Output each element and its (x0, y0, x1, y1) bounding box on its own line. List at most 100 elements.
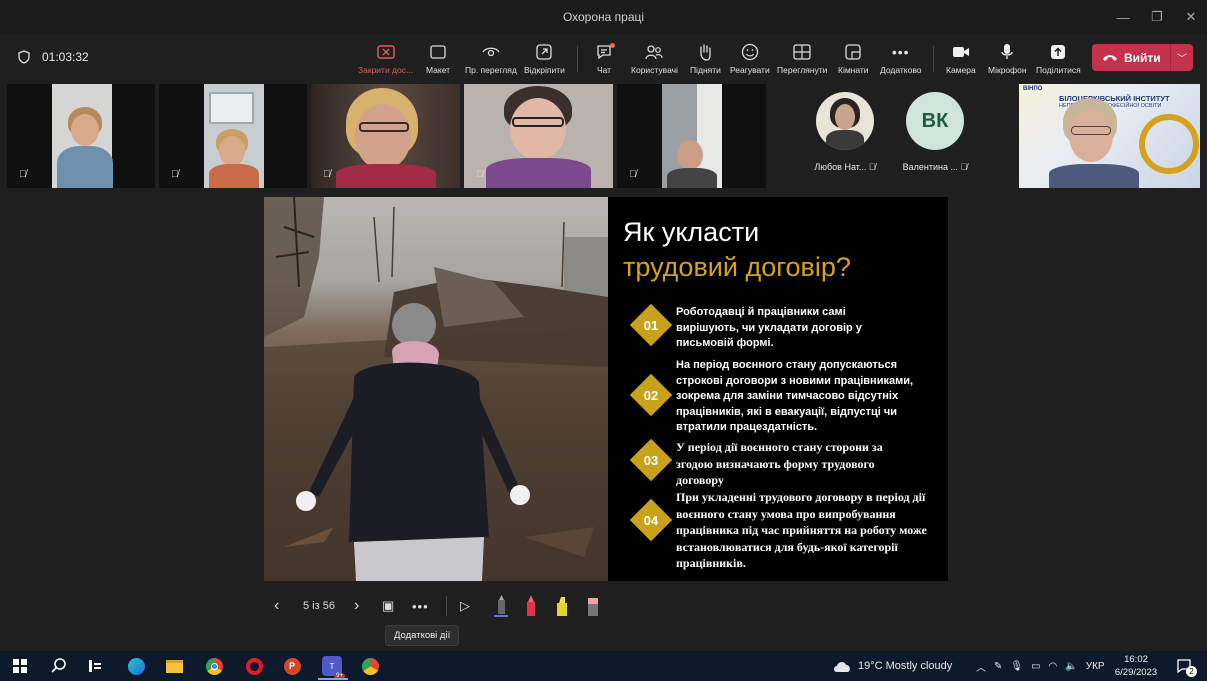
highlighter-icon[interactable] (554, 594, 570, 618)
meeting-toolbar: 01:03:32 Закрити дос... Макет Пр. перегл… (0, 34, 1207, 82)
slide-point-text: У період дії воєнного стану сторони за з… (676, 440, 883, 487)
pen-icon[interactable] (492, 594, 510, 618)
camera-button[interactable]: Камера (946, 41, 976, 75)
participant-avatar-tile[interactable]: Любов Нат... 🎙̸ (803, 92, 887, 172)
shield-icon (18, 50, 30, 64)
layout-button[interactable]: Макет (426, 41, 450, 75)
avatar: ВК (906, 92, 964, 150)
share-screen-icon (1051, 45, 1066, 59)
participant-video-tile[interactable]: 🎙̸ (617, 84, 766, 188)
red-pen-icon[interactable] (524, 594, 538, 618)
grid-view-icon (793, 44, 811, 60)
people-icon (645, 45, 664, 60)
opera-icon[interactable] (245, 657, 263, 675)
next-slide-chevron-icon[interactable]: › (354, 597, 359, 615)
participant-avatar-tile[interactable]: ВК Валентина ... 🎙̸ (892, 92, 978, 172)
logo-short: ВІНПО (1023, 86, 1043, 92)
title-bar: Охорона праці — ❐ ✕ (0, 0, 1207, 34)
slide-point-text: На період воєнного стану допускаються ст… (676, 359, 914, 433)
popout-icon (536, 44, 553, 60)
hang-up-icon (1103, 54, 1117, 61)
eye-icon (482, 47, 500, 57)
teams-meeting-window: Охорона праці — ❐ ✕ 01:03:32 Закрити дос… (0, 0, 1207, 681)
previous-slide-chevron-icon[interactable]: ‹ (274, 597, 279, 615)
participant-video-tile[interactable]: 🎙̸ (311, 84, 460, 188)
slide-grid-icon[interactable]: ▣ (382, 598, 394, 614)
chevron-up-icon[interactable]: ︿ (976, 659, 986, 674)
windows-start-icon[interactable] (11, 657, 29, 675)
presenter-controls: ‹ 5 із 56 › ▣ ••• ▷ (270, 593, 610, 619)
eraser-icon[interactable] (586, 594, 600, 618)
weather-widget[interactable]: 19°C Mostly cloudy (832, 651, 952, 681)
muted-mic-icon: 🎙̸ (476, 169, 484, 180)
more-button[interactable]: ••• Додатково (880, 41, 921, 75)
clock[interactable]: 16:02 6/29/2023 (1113, 653, 1159, 679)
chrome-profile-icon[interactable] (361, 657, 379, 675)
volume-icon[interactable]: 🔈 (1065, 661, 1077, 672)
microphone-button[interactable]: Мікрофон (988, 41, 1027, 75)
layout-icon (430, 45, 446, 59)
chrome-icon[interactable] (205, 657, 223, 675)
participant-video-tile[interactable]: 🎙̸ (7, 84, 155, 188)
slide-point-text: При укладенні трудового договору в періо… (676, 490, 927, 570)
slide-photo-war-ruins (264, 197, 608, 581)
system-tray: ︿ ✎ 🎙 ▭ ◠ 🔈 УКР (976, 651, 1105, 681)
cloud-icon (834, 662, 850, 672)
slide-counter: 5 із 56 (303, 600, 335, 612)
edge-browser-icon[interactable] (127, 657, 145, 675)
meeting-timer: 01:03:32 (18, 50, 89, 64)
people-button[interactable]: Користувачі (631, 41, 678, 75)
mic-tray-icon[interactable]: 🎙 (1010, 661, 1023, 672)
teams-icon[interactable]: T 9+ (320, 656, 345, 679)
pen-workspace-icon[interactable]: ✎ (994, 661, 1002, 672)
elapsed-time: 01:03:32 (42, 50, 89, 64)
slide-point-text: Роботодавці й працівники самі вирішують,… (676, 306, 862, 349)
chat-button[interactable]: Чат (595, 41, 615, 75)
camera-icon (952, 47, 969, 57)
muted-mic-icon: 🎙̸ (960, 162, 968, 172)
avatar (816, 92, 874, 150)
participant-video-tile[interactable]: 🎙̸ (159, 84, 307, 188)
muted-mic-icon: 🎙̸ (323, 169, 331, 180)
more-actions-icon[interactable]: ••• (412, 599, 429, 614)
smiley-icon (741, 43, 758, 61)
participant-video-tile[interactable]: 🎙̸ (464, 84, 613, 188)
leave-meeting-button[interactable]: Вийти ﹀ (1092, 44, 1193, 71)
muted-mic-icon: 🎙̸ (19, 169, 27, 180)
microphone-icon (1001, 44, 1013, 59)
view-mode-button[interactable]: Переглянути (777, 41, 827, 75)
share-button[interactable]: Поділитися (1036, 41, 1081, 75)
search-icon[interactable] (50, 657, 68, 675)
tooltip: Додаткові дії (385, 625, 460, 646)
rooms-icon (845, 44, 861, 60)
muted-mic-icon: 🎙̸ (629, 169, 637, 180)
task-view-icon[interactable] (86, 657, 104, 675)
stop-sharing-button[interactable]: Закрити дос... (358, 41, 413, 75)
breakout-rooms-button[interactable]: Кімнати (838, 41, 869, 75)
popout-button[interactable]: Відкріпити (524, 41, 565, 75)
minimize-icon[interactable]: — (1115, 10, 1131, 25)
powerpoint-icon[interactable]: P (283, 657, 301, 675)
slide-title-line-1: Як укласти (623, 217, 760, 247)
presenter-video-tile[interactable]: ВІНПО БІЛОЦЕРКІВСЬКИЙ ІНСТИТУТ НЕПЕРЕРВН… (1019, 84, 1200, 188)
hand-icon (700, 44, 712, 61)
ellipsis-icon: ••• (891, 44, 910, 60)
pointer-icon[interactable]: ▷ (460, 598, 470, 614)
leave-options-chevron-icon[interactable]: ﹀ (1171, 50, 1193, 65)
slide-title-line-2: трудовий договір? (623, 252, 851, 282)
language-indicator[interactable]: УКР (1086, 661, 1105, 672)
stop-share-icon (376, 45, 395, 59)
muted-mic-icon: 🎙̸ (171, 169, 179, 180)
react-button[interactable]: Реагувати (730, 41, 770, 75)
raise-hand-button[interactable]: Підняти (690, 41, 721, 75)
notifications-icon[interactable]: 2 (1175, 657, 1197, 677)
close-icon[interactable]: ✕ (1183, 9, 1199, 25)
preview-button[interactable]: Пр. перегляд (465, 41, 517, 75)
maximize-icon[interactable]: ❐ (1149, 9, 1165, 25)
wifi-icon[interactable]: ◠ (1049, 661, 1058, 672)
window-title: Охорона праці (562, 10, 645, 24)
battery-icon[interactable]: ▭ (1031, 661, 1040, 672)
file-explorer-icon[interactable] (165, 657, 183, 675)
windows-taskbar: P T 9+ 19°C Mostly cloudy ︿ ✎ 🎙 ▭ ◠ 🔈 УКР… (0, 651, 1207, 681)
chat-unread-dot (610, 43, 615, 48)
